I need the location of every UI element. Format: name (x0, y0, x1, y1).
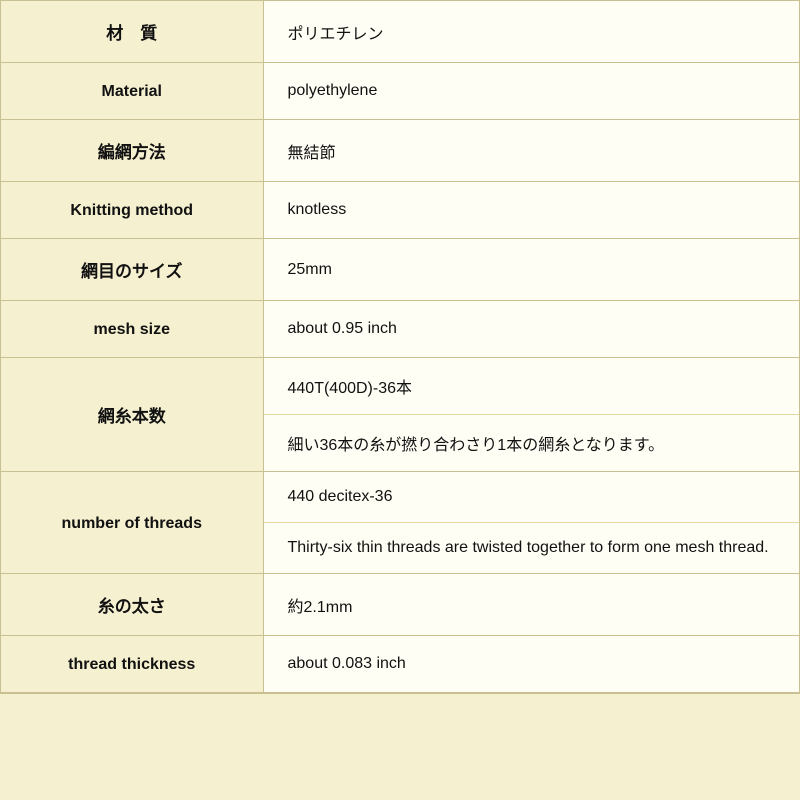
value-text: 無結節 (288, 145, 336, 162)
table-row: 網糸本数 440T(400D)-36本細い36本の糸が撚り合わさり1本の網糸となり… (1, 358, 799, 472)
row-value-material-en: polyethylene (263, 63, 799, 120)
row-label-material-jp: 材 質 (1, 1, 263, 63)
row-label-thickness-en: thread thickness (1, 636, 263, 693)
row-value-threads-jp: 440T(400D)-36本細い36本の糸が撚り合わさり1本の網糸となります。 (263, 358, 799, 472)
row-value-mesh-jp: 25mm (263, 239, 799, 301)
row-label-threads-en: number of threads (1, 472, 263, 574)
label-text: 編網方法 (98, 143, 166, 162)
spec-table: 材 質 ポリエチレン Material polyethylene 編網方法 無結節 Knit… (1, 1, 799, 693)
table-row: mesh size about 0.95 inch (1, 301, 799, 358)
label-text: 網糸本数 (98, 407, 166, 426)
label-text: 材 質 (106, 24, 157, 43)
table-row: 材 質 ポリエチレン (1, 1, 799, 63)
row-value-knitting-en: knotless (263, 182, 799, 239)
value-sub-1: Thirty-six thin threads are twisted toge… (264, 523, 800, 573)
value-sub-0: 440 decitex-36 (264, 472, 800, 523)
row-value-threads-en: 440 decitex-36Thirty-six thin threads ar… (263, 472, 799, 574)
label-text: 網目のサイズ (81, 262, 183, 281)
table-row: 糸の太さ 約2.1mm (1, 574, 799, 636)
row-label-threads-jp: 網糸本数 (1, 358, 263, 472)
row-label-material-en: Material (1, 63, 263, 120)
value-sub-0: 440T(400D)-36本 (264, 358, 800, 415)
row-value-knitting-jp: 無結節 (263, 120, 799, 182)
row-label-mesh-en: mesh size (1, 301, 263, 358)
row-label-thickness-jp: 糸の太さ (1, 574, 263, 636)
value-text: knotless (288, 201, 347, 218)
value-sub-1: 細い36本の糸が撚り合わさり1本の網糸となります。 (264, 415, 800, 471)
value-text: 約2.1mm (288, 599, 353, 616)
row-label-knitting-en: Knitting method (1, 182, 263, 239)
label-text: Material (102, 83, 162, 100)
value-text: polyethylene (288, 82, 378, 99)
label-text: Knitting method (70, 202, 193, 219)
row-value-mesh-en: about 0.95 inch (263, 301, 799, 358)
row-label-knitting-jp: 編網方法 (1, 120, 263, 182)
row-value-thickness-en: about 0.083 inch (263, 636, 799, 693)
label-text: thread thickness (68, 656, 195, 673)
table-row: Knitting method knotless (1, 182, 799, 239)
value-text: about 0.95 inch (288, 320, 397, 337)
label-text: mesh size (94, 321, 170, 338)
table-row: number of threads 440 decitex-36Thirty-si… (1, 472, 799, 574)
value-text: 25mm (288, 261, 332, 278)
table-row: thread thickness about 0.083 inch (1, 636, 799, 693)
label-text: number of threads (62, 515, 202, 532)
row-value-thickness-jp: 約2.1mm (263, 574, 799, 636)
table-row: Material polyethylene (1, 63, 799, 120)
value-text: ポリエチレン (288, 26, 384, 43)
row-label-mesh-jp: 網目のサイズ (1, 239, 263, 301)
label-text: 糸の太さ (98, 597, 166, 616)
table-row: 編網方法 無結節 (1, 120, 799, 182)
table-row: 網目のサイズ 25mm (1, 239, 799, 301)
value-text: about 0.083 inch (288, 655, 406, 672)
row-value-material-jp: ポリエチレン (263, 1, 799, 63)
